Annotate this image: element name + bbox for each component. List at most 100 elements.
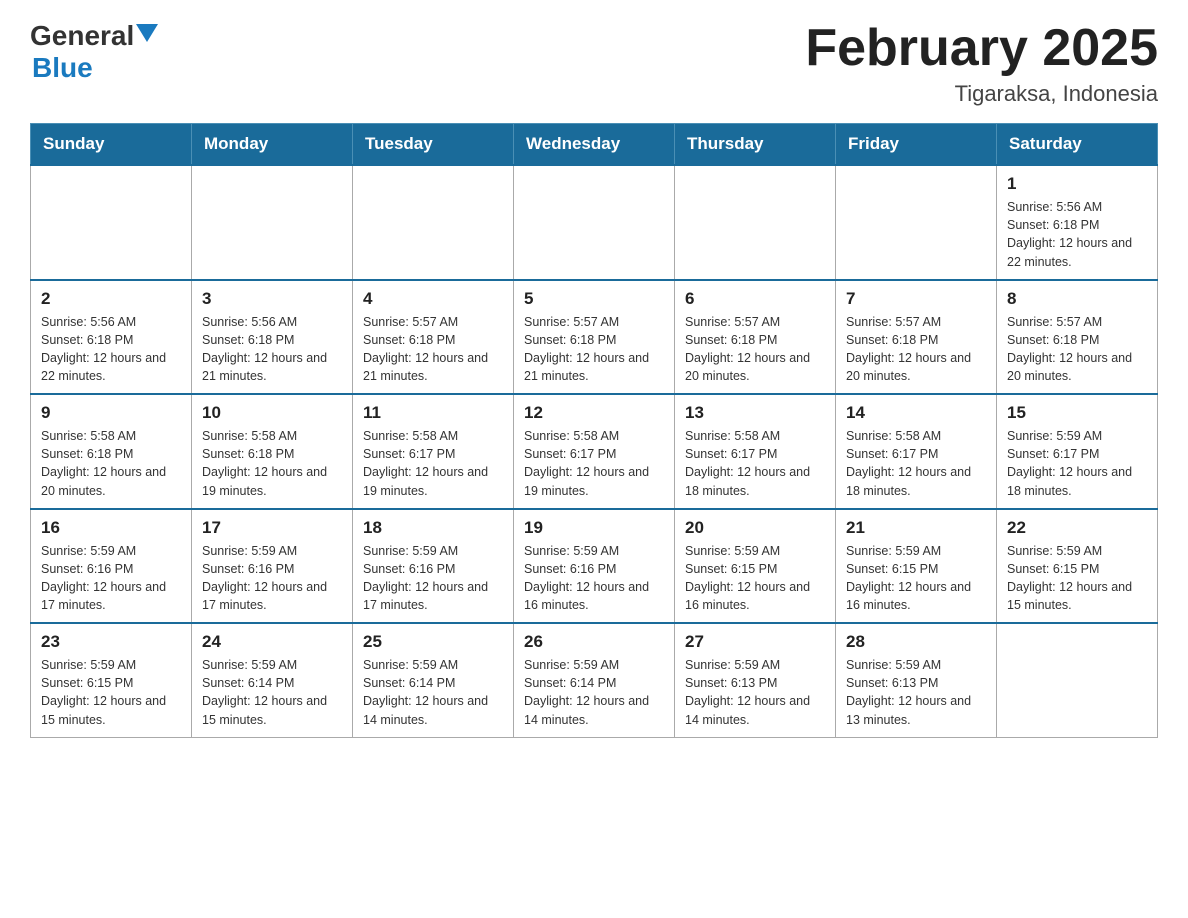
calendar-cell [997, 623, 1158, 737]
day-number: 27 [685, 632, 825, 652]
day-info: Sunrise: 5:59 AM Sunset: 6:14 PM Dayligh… [363, 656, 503, 729]
day-number: 28 [846, 632, 986, 652]
day-number: 15 [1007, 403, 1147, 423]
day-info: Sunrise: 5:59 AM Sunset: 6:15 PM Dayligh… [846, 542, 986, 615]
day-number: 25 [363, 632, 503, 652]
day-info: Sunrise: 5:58 AM Sunset: 6:17 PM Dayligh… [685, 427, 825, 500]
day-info: Sunrise: 5:57 AM Sunset: 6:18 PM Dayligh… [685, 313, 825, 386]
logo-general-text: General [30, 20, 134, 52]
weekday-header-tuesday: Tuesday [353, 124, 514, 166]
calendar-cell: 22 Sunrise: 5:59 AM Sunset: 6:15 PM Dayli… [997, 509, 1158, 624]
day-info: Sunrise: 5:56 AM Sunset: 6:18 PM Dayligh… [202, 313, 342, 386]
day-info: Sunrise: 5:59 AM Sunset: 6:16 PM Dayligh… [41, 542, 181, 615]
day-number: 13 [685, 403, 825, 423]
day-number: 19 [524, 518, 664, 538]
day-info: Sunrise: 5:59 AM Sunset: 6:15 PM Dayligh… [1007, 542, 1147, 615]
weekday-header-thursday: Thursday [675, 124, 836, 166]
day-info: Sunrise: 5:59 AM Sunset: 6:16 PM Dayligh… [524, 542, 664, 615]
day-number: 16 [41, 518, 181, 538]
calendar-cell: 28 Sunrise: 5:59 AM Sunset: 6:13 PM Dayli… [836, 623, 997, 737]
week-row-2: 2 Sunrise: 5:56 AM Sunset: 6:18 PM Daylig… [31, 280, 1158, 395]
day-info: Sunrise: 5:59 AM Sunset: 6:14 PM Dayligh… [524, 656, 664, 729]
day-info: Sunrise: 5:59 AM Sunset: 6:14 PM Dayligh… [202, 656, 342, 729]
calendar-cell: 5 Sunrise: 5:57 AM Sunset: 6:18 PM Daylig… [514, 280, 675, 395]
calendar-cell: 8 Sunrise: 5:57 AM Sunset: 6:18 PM Daylig… [997, 280, 1158, 395]
week-row-1: 1 Sunrise: 5:56 AM Sunset: 6:18 PM Daylig… [31, 165, 1158, 280]
day-info: Sunrise: 5:59 AM Sunset: 6:17 PM Dayligh… [1007, 427, 1147, 500]
calendar-cell: 25 Sunrise: 5:59 AM Sunset: 6:14 PM Dayli… [353, 623, 514, 737]
calendar-cell: 18 Sunrise: 5:59 AM Sunset: 6:16 PM Dayli… [353, 509, 514, 624]
weekday-header-saturday: Saturday [997, 124, 1158, 166]
calendar-cell: 27 Sunrise: 5:59 AM Sunset: 6:13 PM Dayli… [675, 623, 836, 737]
day-info: Sunrise: 5:57 AM Sunset: 6:18 PM Dayligh… [524, 313, 664, 386]
day-info: Sunrise: 5:59 AM Sunset: 6:13 PM Dayligh… [685, 656, 825, 729]
day-number: 21 [846, 518, 986, 538]
weekday-header-monday: Monday [192, 124, 353, 166]
calendar-cell: 17 Sunrise: 5:59 AM Sunset: 6:16 PM Dayli… [192, 509, 353, 624]
calendar-cell: 16 Sunrise: 5:59 AM Sunset: 6:16 PM Dayli… [31, 509, 192, 624]
day-info: Sunrise: 5:59 AM Sunset: 6:16 PM Dayligh… [363, 542, 503, 615]
week-row-3: 9 Sunrise: 5:58 AM Sunset: 6:18 PM Daylig… [31, 394, 1158, 509]
calendar-cell [353, 165, 514, 280]
day-info: Sunrise: 5:58 AM Sunset: 6:18 PM Dayligh… [41, 427, 181, 500]
calendar-cell: 13 Sunrise: 5:58 AM Sunset: 6:17 PM Dayli… [675, 394, 836, 509]
day-number: 5 [524, 289, 664, 309]
day-number: 11 [363, 403, 503, 423]
day-number: 18 [363, 518, 503, 538]
calendar-cell [514, 165, 675, 280]
calendar-cell [31, 165, 192, 280]
day-number: 6 [685, 289, 825, 309]
calendar-cell: 6 Sunrise: 5:57 AM Sunset: 6:18 PM Daylig… [675, 280, 836, 395]
day-number: 12 [524, 403, 664, 423]
calendar-cell: 4 Sunrise: 5:57 AM Sunset: 6:18 PM Daylig… [353, 280, 514, 395]
day-info: Sunrise: 5:59 AM Sunset: 6:16 PM Dayligh… [202, 542, 342, 615]
day-info: Sunrise: 5:59 AM Sunset: 6:15 PM Dayligh… [685, 542, 825, 615]
title-block: February 2025 Tigaraksa, Indonesia [805, 20, 1158, 107]
day-number: 4 [363, 289, 503, 309]
weekday-header-row: SundayMondayTuesdayWednesdayThursdayFrid… [31, 124, 1158, 166]
calendar-cell: 26 Sunrise: 5:59 AM Sunset: 6:14 PM Dayli… [514, 623, 675, 737]
day-info: Sunrise: 5:57 AM Sunset: 6:18 PM Dayligh… [1007, 313, 1147, 386]
day-info: Sunrise: 5:58 AM Sunset: 6:17 PM Dayligh… [846, 427, 986, 500]
day-info: Sunrise: 5:56 AM Sunset: 6:18 PM Dayligh… [41, 313, 181, 386]
day-number: 7 [846, 289, 986, 309]
calendar-cell [836, 165, 997, 280]
calendar-cell: 14 Sunrise: 5:58 AM Sunset: 6:17 PM Dayli… [836, 394, 997, 509]
calendar-cell: 11Sunrise: 5:58 AM Sunset: 6:17 PM Dayli… [353, 394, 514, 509]
day-number: 10 [202, 403, 342, 423]
day-number: 23 [41, 632, 181, 652]
logo: General Blue [30, 20, 158, 84]
calendar-cell: 12Sunrise: 5:58 AM Sunset: 6:17 PM Dayli… [514, 394, 675, 509]
calendar-cell: 2 Sunrise: 5:56 AM Sunset: 6:18 PM Daylig… [31, 280, 192, 395]
day-info: Sunrise: 5:57 AM Sunset: 6:18 PM Dayligh… [363, 313, 503, 386]
weekday-header-friday: Friday [836, 124, 997, 166]
calendar-cell: 24Sunrise: 5:59 AM Sunset: 6:14 PM Dayli… [192, 623, 353, 737]
calendar-cell: 3 Sunrise: 5:56 AM Sunset: 6:18 PM Daylig… [192, 280, 353, 395]
calendar-cell: 9 Sunrise: 5:58 AM Sunset: 6:18 PM Daylig… [31, 394, 192, 509]
day-info: Sunrise: 5:57 AM Sunset: 6:18 PM Dayligh… [846, 313, 986, 386]
day-number: 3 [202, 289, 342, 309]
calendar-cell: 10 Sunrise: 5:58 AM Sunset: 6:18 PM Dayli… [192, 394, 353, 509]
day-number: 20 [685, 518, 825, 538]
day-number: 8 [1007, 289, 1147, 309]
day-number: 14 [846, 403, 986, 423]
day-number: 9 [41, 403, 181, 423]
day-number: 26 [524, 632, 664, 652]
calendar-table: SundayMondayTuesdayWednesdayThursdayFrid… [30, 123, 1158, 738]
day-info: Sunrise: 5:59 AM Sunset: 6:13 PM Dayligh… [846, 656, 986, 729]
calendar-cell [675, 165, 836, 280]
page-header: General Blue February 2025 Tigaraksa, In… [30, 20, 1158, 107]
day-number: 22 [1007, 518, 1147, 538]
week-row-5: 23Sunrise: 5:59 AM Sunset: 6:15 PM Dayli… [31, 623, 1158, 737]
calendar-cell: 1 Sunrise: 5:56 AM Sunset: 6:18 PM Daylig… [997, 165, 1158, 280]
day-number: 2 [41, 289, 181, 309]
calendar-cell: 19 Sunrise: 5:59 AM Sunset: 6:16 PM Dayli… [514, 509, 675, 624]
weekday-header-sunday: Sunday [31, 124, 192, 166]
calendar-cell: 23Sunrise: 5:59 AM Sunset: 6:15 PM Dayli… [31, 623, 192, 737]
day-number: 1 [1007, 174, 1147, 194]
week-row-4: 16 Sunrise: 5:59 AM Sunset: 6:16 PM Dayli… [31, 509, 1158, 624]
day-info: Sunrise: 5:56 AM Sunset: 6:18 PM Dayligh… [1007, 198, 1147, 271]
day-info: Sunrise: 5:58 AM Sunset: 6:18 PM Dayligh… [202, 427, 342, 500]
day-number: 17 [202, 518, 342, 538]
logo-blue-text: Blue [32, 52, 158, 84]
